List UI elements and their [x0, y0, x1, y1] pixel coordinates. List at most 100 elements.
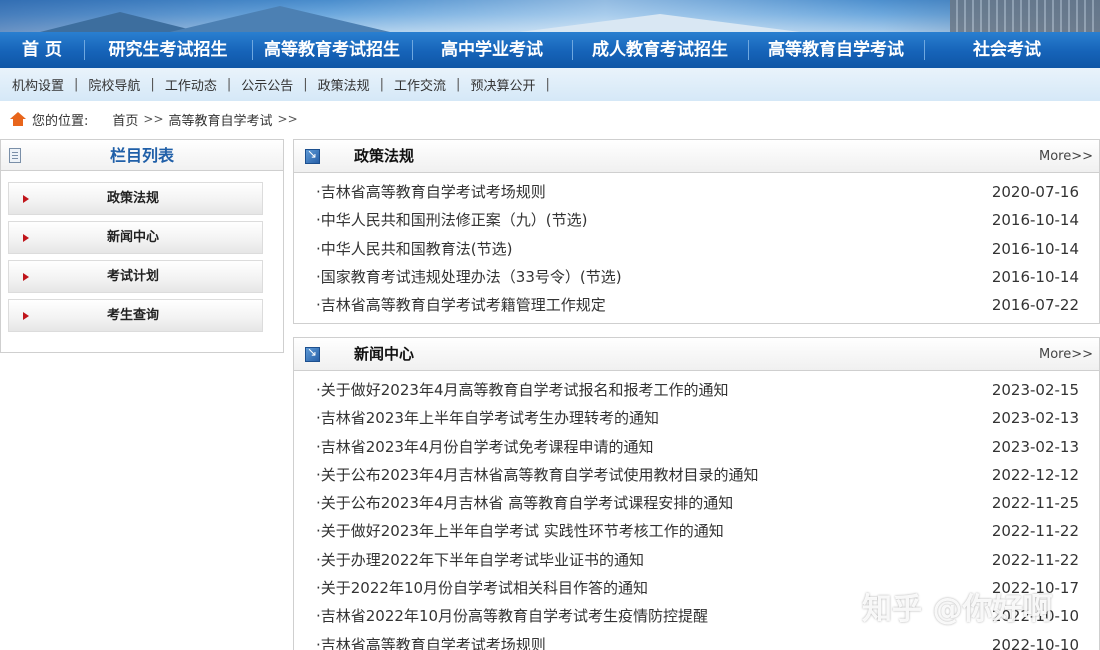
sidebar: 栏目列表 政策法规 新闻中心 考试计划 考生查询: [0, 139, 284, 353]
article-date: 2016-10-14: [991, 239, 1079, 258]
breadcrumb-label: 您的位置:: [32, 113, 89, 129]
more-link[interactable]: More>>: [1039, 338, 1093, 371]
article-link[interactable]: ·吉林省高等教育自学考试考场规则: [316, 631, 546, 650]
sub-nav-notices[interactable]: 公示公告: [241, 75, 293, 94]
breadcrumb-separator: >>: [277, 112, 298, 126]
sidebar-item-label: 考生查询: [107, 308, 160, 323]
panel-title: 政策法规: [354, 147, 415, 165]
sub-nav: 机构设置 | 院校导航 | 工作动态 | 公示公告 | 政策法规 | 工作交流 | 预决算公…: [0, 68, 1100, 101]
article-link[interactable]: ·中华人民共和国教育法(节选): [316, 235, 512, 263]
sidebar-item-label: 政策法规: [107, 191, 160, 206]
article-date: 2022-12-12: [991, 465, 1079, 484]
sidebar-title: 栏目列表: [109, 146, 174, 165]
header-banner: [0, 0, 1100, 32]
article-date: 2022-11-25: [991, 494, 1079, 513]
home-icon: [10, 112, 26, 126]
main-nav-college-entrance[interactable]: 高等教育考试招生: [252, 32, 412, 68]
article-link[interactable]: ·吉林省2022年10月份高等教育自学考试考生疫情防控提醒: [316, 602, 708, 630]
article-link[interactable]: ·国家教育考试违规处理办法（33号令）(节选): [316, 263, 622, 291]
list-item: ·中华人民共和国刑法修正案（九）(节选) 2016-10-14: [294, 206, 1099, 234]
sub-nav-work-news[interactable]: 工作动态: [165, 75, 217, 94]
sidebar-header: 栏目列表: [1, 139, 283, 171]
article-link[interactable]: ·中华人民共和国刑法修正案（九）(节选): [316, 206, 587, 234]
sub-nav-schools[interactable]: 院校导航: [88, 75, 140, 94]
breadcrumb-current[interactable]: 高等教育自学考试: [169, 110, 273, 129]
sidebar-item-exam-plan[interactable]: 考试计划: [8, 260, 263, 293]
sidebar-item-label: 考试计划: [107, 269, 160, 284]
main-nav: 首 页 研究生考试招生 高等教育考试招生 高中学业考试 成人教育考试招生 高等教…: [0, 32, 1100, 68]
banner-mountain: [170, 6, 390, 32]
list-item: ·关于公布2023年4月吉林省 高等教育自学考试课程安排的通知 2022-11-2…: [294, 489, 1099, 517]
list-item: ·吉林省高等教育自学考试考籍管理工作规定 2016-07-22: [294, 291, 1099, 319]
article-link[interactable]: ·吉林省高等教育自学考试考场规则: [316, 178, 546, 206]
list-item: ·关于做好2023年上半年自学考试 实践性环节考核工作的通知 2022-11-22: [294, 517, 1099, 545]
banner-building: [950, 0, 1100, 32]
watermark: 知乎 @你好啊: [862, 592, 1053, 627]
sidebar-item-label: 新闻中心: [107, 230, 160, 245]
article-date: 2016-10-14: [991, 267, 1079, 286]
article-link[interactable]: ·关于办理2022年下半年自学考试毕业证书的通知: [316, 546, 644, 574]
sub-nav-divider: |: [545, 77, 550, 92]
sidebar-item-candidate-query[interactable]: 考生查询: [8, 299, 263, 332]
arrow-corner-icon: [305, 345, 320, 362]
policy-panel: 政策法规 More>> ·吉林省高等教育自学考试考场规则 2020-07-16 ·…: [293, 139, 1100, 324]
list-item: ·吉林省高等教育自学考试考场规则 2020-07-16: [294, 178, 1099, 206]
sub-nav-budget[interactable]: 预决算公开: [470, 75, 535, 94]
article-list: ·吉林省高等教育自学考试考场规则 2020-07-16 ·中华人民共和国刑法修正案…: [294, 173, 1099, 319]
arrow-right-icon: [23, 312, 29, 320]
main-nav-adult-education[interactable]: 成人教育考试招生: [572, 32, 748, 68]
more-link[interactable]: More>>: [1039, 140, 1093, 173]
list-item: ·吉林省2023年上半年自学考试考生办理转考的通知 2023-02-13: [294, 404, 1099, 432]
sub-nav-policies[interactable]: 政策法规: [318, 75, 370, 94]
sub-nav-exchange[interactable]: 工作交流: [394, 75, 446, 94]
breadcrumb: 您的位置: 首页 >> 高等教育自学考试 >>: [10, 108, 303, 130]
article-link[interactable]: ·关于2022年10月份自学考试相关科目作答的通知: [316, 574, 648, 602]
article-date: 2023-02-13: [991, 437, 1079, 456]
article-date: 2022-11-22: [991, 550, 1079, 569]
main-nav-home[interactable]: 首 页: [0, 32, 84, 68]
sub-nav-divider: |: [74, 77, 79, 92]
article-date: 2016-10-14: [991, 211, 1079, 230]
sub-nav-divider: |: [226, 77, 232, 92]
list-item: ·中华人民共和国教育法(节选) 2016-10-14: [294, 235, 1099, 263]
sidebar-menu: 政策法规 新闻中心 考试计划 考生查询: [1, 171, 283, 332]
list-item: ·吉林省高等教育自学考试考场规则 2022-10-10: [294, 631, 1099, 650]
main-nav-social-exam[interactable]: 社会考试: [924, 32, 1090, 68]
article-link[interactable]: ·关于做好2023年4月高等教育自学考试报名和报考工作的通知: [316, 376, 729, 404]
main-nav-graduate-exam[interactable]: 研究生考试招生: [84, 32, 252, 68]
article-link[interactable]: ·关于公布2023年4月吉林省高等教育自学考试使用教材目录的通知: [316, 461, 759, 489]
breadcrumb-separator: >>: [143, 112, 164, 126]
sub-nav-divider: |: [379, 77, 385, 92]
article-link[interactable]: ·吉林省2023年上半年自学考试考生办理转考的通知: [316, 404, 659, 432]
article-link[interactable]: ·关于做好2023年上半年自学考试 实践性环节考核工作的通知: [316, 517, 724, 545]
article-link[interactable]: ·吉林省2023年4月份自学考试免考课程申请的通知: [316, 433, 654, 461]
sidebar-item-news[interactable]: 新闻中心: [8, 221, 263, 254]
arrow-right-icon: [23, 234, 29, 242]
main-nav-high-school-exam[interactable]: 高中学业考试: [412, 32, 572, 68]
panel-title: 新闻中心: [354, 345, 415, 363]
main-nav-self-study-exam[interactable]: 高等教育自学考试: [748, 32, 924, 68]
article-date: 2022-11-22: [991, 522, 1079, 541]
arrow-corner-icon: [305, 147, 320, 164]
list-item: ·关于公布2023年4月吉林省高等教育自学考试使用教材目录的通知 2022-12-…: [294, 461, 1099, 489]
sidebar-item-policies[interactable]: 政策法规: [8, 182, 263, 215]
sub-nav-divider: |: [456, 77, 461, 92]
list-item: ·吉林省2023年4月份自学考试免考课程申请的通知 2023-02-13: [294, 433, 1099, 461]
arrow-right-icon: [23, 195, 29, 203]
panel-header: 新闻中心 More>>: [294, 338, 1099, 371]
article-date: 2022-10-10: [991, 635, 1079, 650]
sub-nav-divider: |: [303, 77, 308, 92]
article-date: 2023-02-13: [991, 409, 1079, 428]
list-item: ·国家教育考试违规处理办法（33号令）(节选) 2016-10-14: [294, 263, 1099, 291]
list-item: ·关于做好2023年4月高等教育自学考试报名和报考工作的通知 2023-02-15: [294, 376, 1099, 404]
list-item: ·关于办理2022年下半年自学考试毕业证书的通知 2022-11-22: [294, 546, 1099, 574]
article-date: 2023-02-15: [991, 381, 1079, 399]
article-link[interactable]: ·吉林省高等教育自学考试考籍管理工作规定: [316, 291, 606, 319]
article-date: 2016-07-22: [991, 296, 1079, 315]
breadcrumb-home[interactable]: 首页: [112, 110, 138, 129]
panel-header: 政策法规 More>>: [294, 140, 1099, 173]
banner-cloud: [520, 14, 800, 32]
article-link[interactable]: ·关于公布2023年4月吉林省 高等教育自学考试课程安排的通知: [316, 489, 733, 517]
sub-nav-org[interactable]: 机构设置: [12, 75, 64, 94]
arrow-right-icon: [23, 273, 29, 281]
